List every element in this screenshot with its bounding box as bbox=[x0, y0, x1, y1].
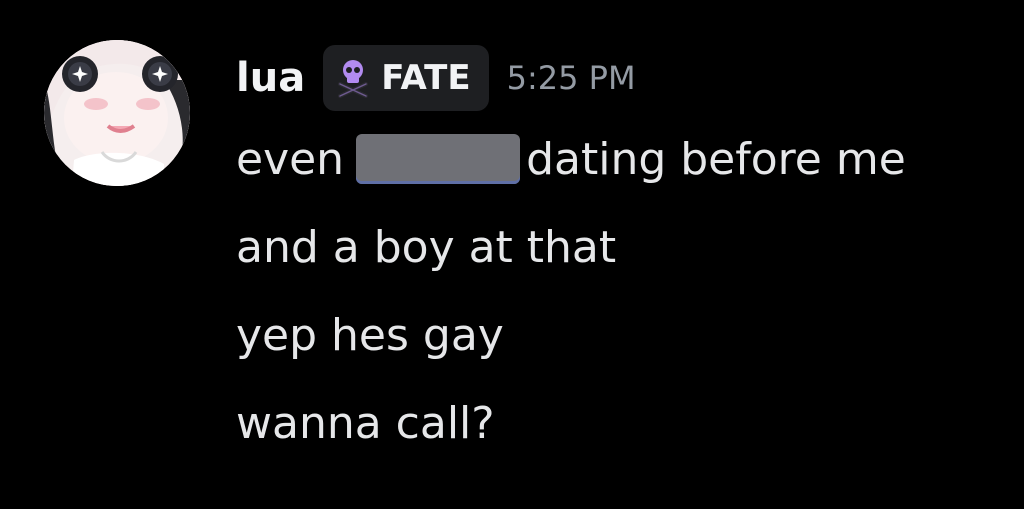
message-timestamp[interactable]: 5:25 PM bbox=[507, 62, 636, 94]
message-text: and a boy at that bbox=[236, 222, 617, 273]
avatar-illustration bbox=[44, 40, 190, 186]
message-line: yep hes gay bbox=[236, 306, 1016, 394]
skull-crossbones-icon bbox=[335, 57, 371, 99]
redaction-bar bbox=[356, 134, 521, 184]
chat-message: lua FATE 5:25 PM even dating before me an… bbox=[0, 0, 1024, 509]
message-line: wanna call? bbox=[236, 394, 1016, 482]
avatar[interactable] bbox=[44, 40, 190, 186]
message-text: even bbox=[236, 134, 345, 185]
message-text: dating before me bbox=[526, 134, 906, 185]
message-content: even dating before me and a boy at that y… bbox=[236, 130, 1016, 482]
message-line: and a boy at that bbox=[236, 218, 1016, 306]
message-header: lua FATE 5:25 PM bbox=[236, 44, 636, 112]
message-text: yep hes gay bbox=[236, 310, 504, 361]
message-line: even dating before me bbox=[236, 130, 1016, 218]
username[interactable]: lua bbox=[236, 58, 305, 98]
server-tag-label: FATE bbox=[381, 58, 471, 98]
server-tag[interactable]: FATE bbox=[323, 45, 489, 111]
message-text: wanna call? bbox=[236, 398, 495, 449]
